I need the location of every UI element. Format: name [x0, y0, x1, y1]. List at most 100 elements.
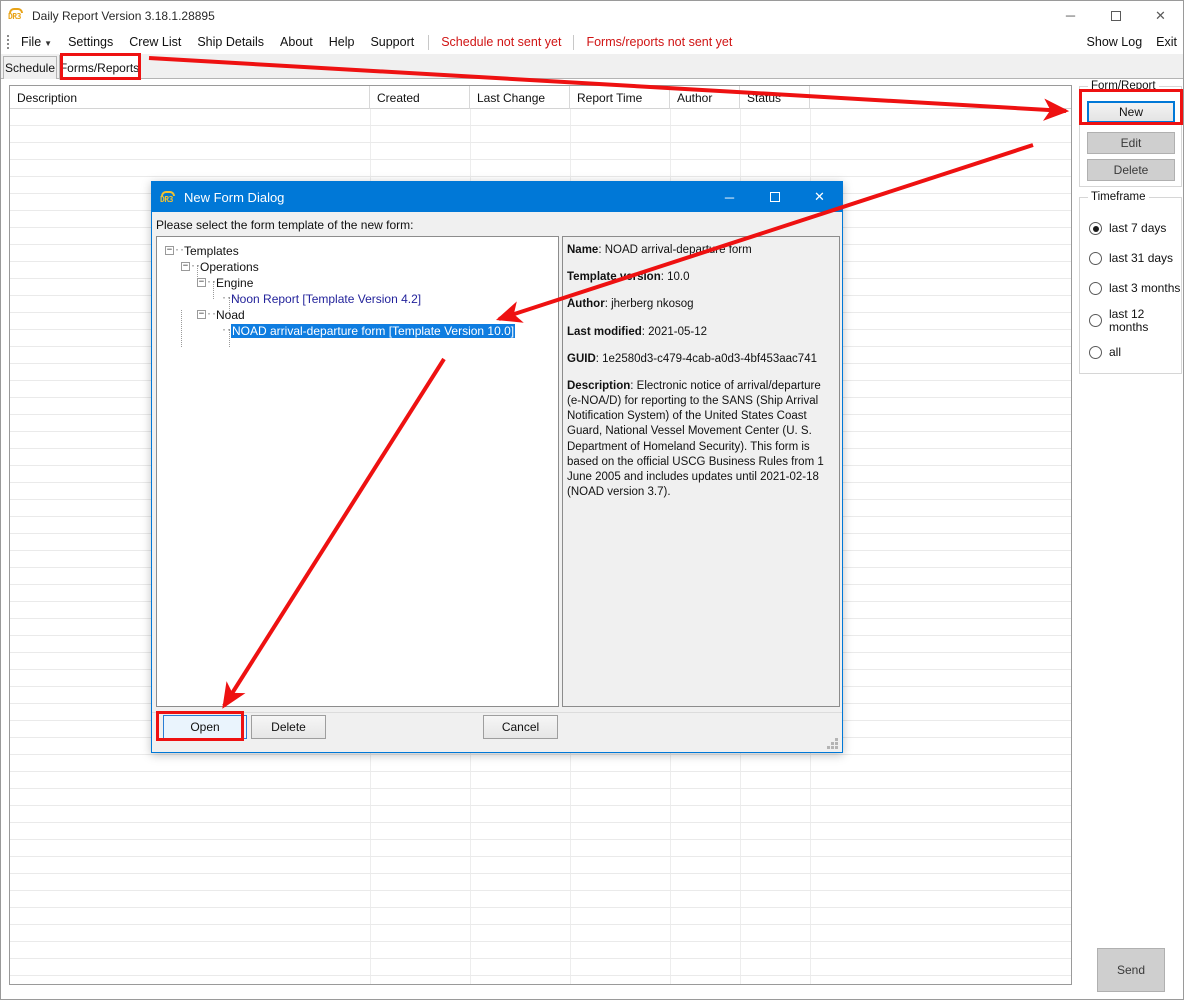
collapse-icon[interactable]: −: [165, 246, 174, 255]
table-row[interactable]: [10, 857, 1071, 874]
info-description-value: Electronic notice of arrival/departure (…: [567, 379, 824, 499]
radio-last-7-days-label: last 7 days: [1109, 221, 1167, 235]
form-report-group: Form/Report New Edit Delete: [1079, 80, 1182, 187]
maximize-icon[interactable]: [1093, 1, 1138, 30]
tree-connector: ····: [221, 293, 242, 304]
column-header-status[interactable]: Status: [740, 86, 810, 109]
radio-all-label: all: [1109, 345, 1122, 359]
radio-all[interactable]: all: [1089, 346, 1121, 359]
window-controls: ─ ✕: [1048, 1, 1183, 30]
tree-connector: ····: [221, 325, 242, 336]
menu-help[interactable]: Help: [321, 32, 363, 52]
info-last-modified-value: 2021-05-12: [648, 325, 707, 338]
column-header-description[interactable]: Description: [10, 86, 370, 109]
menu-file[interactable]: File ▼: [13, 32, 60, 52]
table-row[interactable]: [10, 874, 1071, 891]
column-header-created[interactable]: Created: [370, 86, 470, 109]
radio-last-12-months-label: last 12 months: [1109, 307, 1149, 334]
tree-node-label-selected: NOAD arrival-departure form [Template Ve…: [231, 323, 516, 338]
table-row[interactable]: [10, 143, 1071, 160]
window-title: Daily Report Version 3.18.1.28895: [32, 8, 215, 23]
close-icon[interactable]: ✕: [1138, 1, 1183, 30]
tree-connector: ··: [174, 245, 185, 256]
menu-ship-details[interactable]: Ship Details: [189, 32, 272, 52]
tab-schedule[interactable]: Schedule: [3, 56, 57, 79]
new-button[interactable]: New: [1087, 101, 1175, 123]
info-description-label: Description: [567, 379, 631, 392]
column-header-author[interactable]: Author: [670, 86, 740, 109]
tab-forms-reports[interactable]: Forms/Reports: [59, 55, 140, 80]
dialog-window-controls: ─ ✕: [707, 182, 842, 212]
resize-grip-icon[interactable]: [826, 737, 838, 749]
menu-support[interactable]: Support: [362, 32, 422, 52]
tree-node-operations[interactable]: − ·· Operations: [181, 259, 259, 274]
column-header-last-change[interactable]: Last Change: [470, 86, 570, 109]
info-name-label: Name: [567, 244, 599, 256]
minimize-icon[interactable]: ─: [1048, 1, 1093, 30]
table-row[interactable]: [10, 840, 1071, 857]
table-row[interactable]: [10, 160, 1071, 177]
window-titlebar: DR3 Daily Report Version 3.18.1.28895 ─ …: [1, 1, 1183, 30]
radio-indicator: [1089, 252, 1102, 265]
tree-node-label: Noon Report [Template Version 4.2]: [231, 291, 422, 306]
collapse-icon[interactable]: −: [197, 278, 206, 287]
table-row[interactable]: [10, 891, 1071, 908]
tree-node-noon-report[interactable]: ···· Noon Report [Template Version 4.2]: [221, 291, 421, 306]
tree-node-templates[interactable]: − ·· Templates: [165, 243, 239, 258]
radio-last-31-days[interactable]: last 31 days: [1089, 252, 1173, 265]
info-author: Author: jherberg nkosog: [567, 298, 694, 311]
radio-indicator: [1089, 282, 1102, 295]
info-template-version-label: Template version: [567, 271, 661, 284]
collapse-icon[interactable]: −: [181, 262, 190, 271]
exit-link[interactable]: Exit: [1156, 35, 1177, 49]
titlebar-links: Show Log Exit: [1087, 30, 1177, 54]
table-row[interactable]: [10, 908, 1071, 925]
table-row[interactable]: [10, 976, 1071, 984]
tree-node-label: Operations: [200, 259, 259, 274]
send-button: Send: [1097, 948, 1165, 992]
table-row[interactable]: [10, 109, 1071, 126]
collapse-icon[interactable]: −: [197, 310, 206, 319]
dialog-prompt: Please select the form template of the n…: [156, 218, 414, 232]
table-row[interactable]: [10, 806, 1071, 823]
template-tree[interactable]: − ·· Templates − ·· Operations − ·· Engi…: [156, 236, 559, 707]
cancel-button[interactable]: Cancel: [483, 715, 558, 739]
dialog-close-icon[interactable]: ✕: [797, 182, 842, 212]
table-row[interactable]: [10, 789, 1071, 806]
tree-node-noad[interactable]: − ·· Noad: [197, 307, 245, 322]
radio-last-7-days[interactable]: last 7 days: [1089, 222, 1166, 235]
dialog-minimize-icon[interactable]: ─: [707, 182, 752, 212]
menu-grip-icon: [3, 34, 12, 50]
radio-last-12-months[interactable]: last 12 months: [1089, 308, 1148, 333]
info-description: Description: Electronic notice of arriva…: [567, 379, 824, 499]
table-row[interactable]: [10, 126, 1071, 143]
table-row[interactable]: [10, 823, 1071, 840]
table-row[interactable]: [10, 755, 1071, 772]
table-row[interactable]: [10, 772, 1071, 789]
new-form-dialog: DR3 New Form Dialog ─ ✕ Please select th…: [151, 181, 843, 753]
menu-separator-2: [573, 34, 575, 50]
menu-about[interactable]: About: [272, 32, 321, 52]
table-row[interactable]: [10, 942, 1071, 959]
dialog-delete-button[interactable]: Delete: [251, 715, 326, 739]
open-button[interactable]: Open: [163, 715, 247, 739]
show-log-link[interactable]: Show Log: [1087, 35, 1143, 49]
table-row[interactable]: [10, 959, 1071, 976]
table-row[interactable]: [10, 925, 1071, 942]
menu-crew-list[interactable]: Crew List: [121, 32, 189, 52]
radio-indicator: [1089, 314, 1102, 328]
info-guid: GUID: 1e2580d3-c479-4cab-a0d3-4bf453aac7…: [567, 352, 817, 365]
tree-node-noad-arrival-departure-form[interactable]: ···· NOAD arrival-departure form [Templa…: [221, 323, 516, 338]
tree-node-engine[interactable]: − ·· Engine: [197, 275, 253, 290]
tree-connector: ··: [206, 309, 217, 320]
alert-schedule-not-sent: Schedule not sent yet: [441, 35, 562, 49]
dialog-maximize-icon[interactable]: [752, 182, 797, 212]
radio-last-31-days-label: last 31 days: [1109, 251, 1174, 265]
column-header-report-time[interactable]: Report Time: [570, 86, 670, 109]
grid-header-row: Description Created Last Change Report T…: [10, 86, 1071, 109]
radio-last-3-months[interactable]: last 3 months: [1089, 282, 1180, 295]
alert-forms-not-sent: Forms/reports not sent yet: [586, 35, 733, 49]
tabstrip: Schedule Forms/Reports: [1, 54, 1183, 80]
menu-settings[interactable]: Settings: [60, 32, 121, 52]
edit-button: Edit: [1087, 132, 1175, 154]
